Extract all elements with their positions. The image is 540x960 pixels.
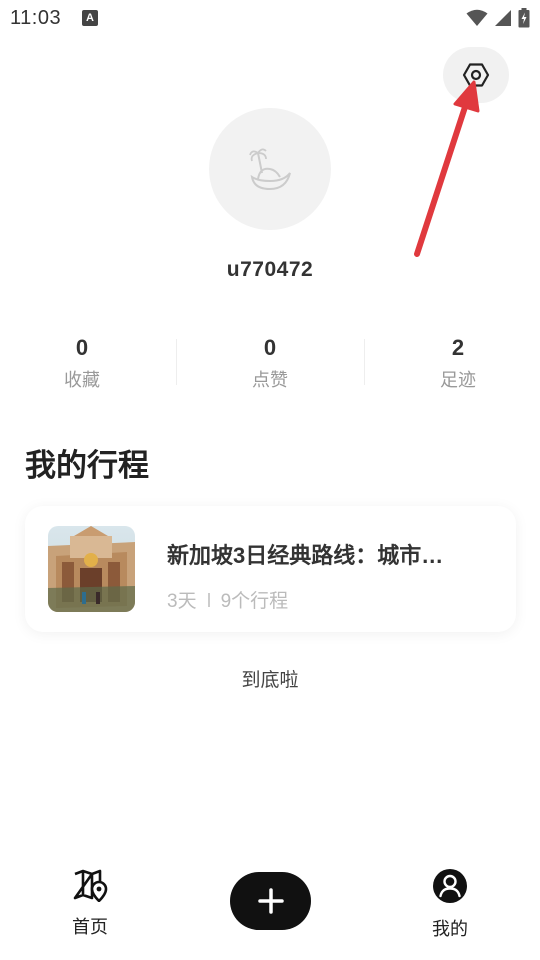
stat-label: 足迹: [440, 370, 476, 390]
avatar[interactable]: [209, 108, 331, 230]
add-trip-button[interactable]: [230, 872, 311, 930]
trip-count: 9个行程: [220, 591, 289, 612]
stat-value: 2: [451, 335, 465, 360]
stat-divider: [176, 339, 177, 385]
stat-value: 0: [75, 335, 89, 360]
section-title: 我的行程: [25, 448, 149, 483]
stat-label: 点赞: [252, 370, 288, 390]
stat-value: 0: [263, 335, 277, 360]
battery-icon: [518, 8, 530, 28]
notification-badge: A: [82, 10, 98, 26]
stat-footprints[interactable]: 2 足迹: [398, 333, 518, 391]
stat-label: 收藏: [64, 370, 100, 390]
status-bar: 11:03 A: [0, 0, 540, 38]
signal-icon: [495, 10, 511, 26]
trip-card[interactable]: 新加坡3日经典路线：城市… 3天 9个行程: [25, 506, 516, 632]
list-end-text: 到底啦: [241, 670, 299, 691]
bottom-nav: 首页 我的: [0, 860, 540, 960]
status-time: 11:03: [10, 7, 62, 29]
map-pin-icon: [73, 869, 108, 903]
island-logo-icon: [249, 148, 291, 191]
trip-days: 3天: [167, 591, 197, 612]
plus-icon: [257, 888, 284, 914]
trip-title: 新加坡3日经典路线：城市…: [167, 543, 444, 568]
trip-meta: 3天 9个行程: [167, 586, 288, 613]
stat-favorites[interactable]: 0 收藏: [22, 333, 142, 391]
nav-mine-label: 我的: [432, 919, 468, 939]
nav-home[interactable]: 首页: [50, 868, 130, 939]
user-circle-icon: [433, 869, 467, 903]
stat-divider: [364, 339, 365, 385]
trip-thumbnail: [48, 526, 135, 612]
username: u770472: [226, 258, 314, 281]
meta-separator: [207, 592, 210, 607]
wifi-icon: [466, 9, 488, 26]
settings-button[interactable]: [443, 47, 509, 103]
nav-mine[interactable]: 我的: [410, 868, 490, 941]
nav-home-label: 首页: [72, 917, 108, 937]
status-icons: [466, 8, 530, 28]
stat-likes[interactable]: 0 点赞: [210, 333, 330, 391]
settings-hexagon-icon: [462, 63, 490, 87]
stats-row: 0 收藏 0 点赞 2 足迹: [0, 333, 540, 397]
